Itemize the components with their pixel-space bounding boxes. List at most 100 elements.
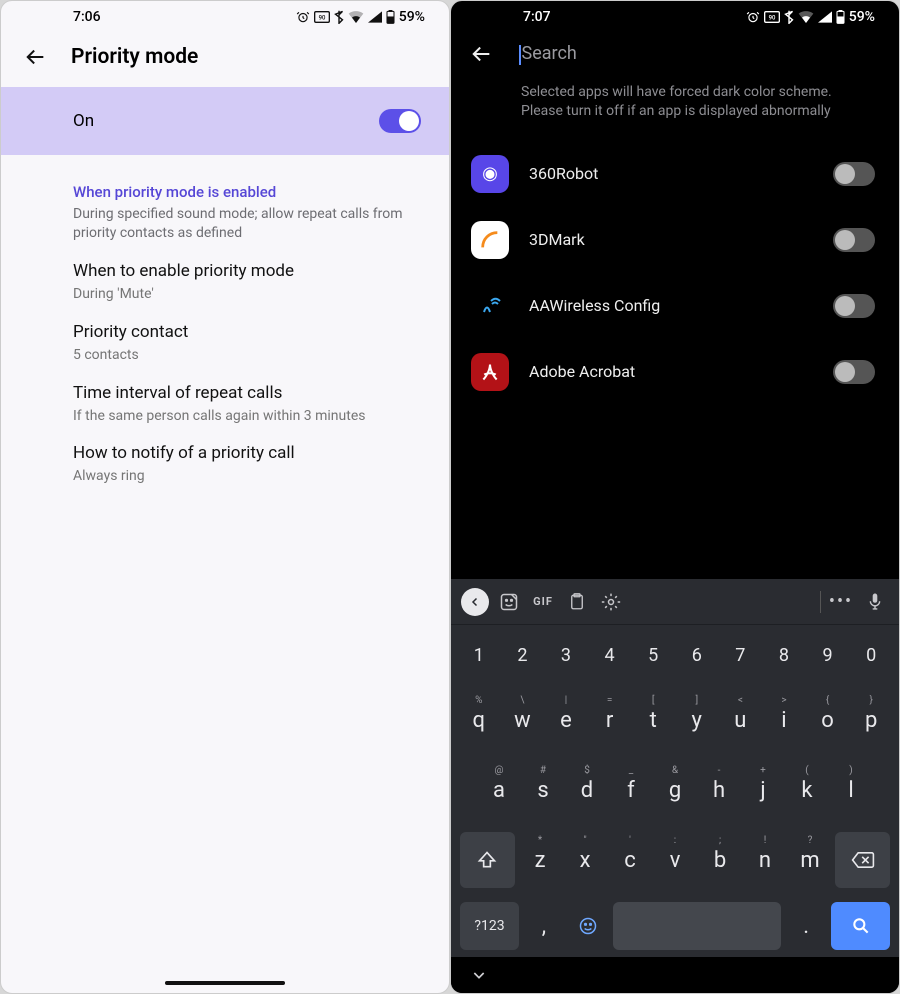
- key-g[interactable]: &g: [656, 762, 694, 818]
- gif-button[interactable]: GIF: [529, 588, 557, 616]
- key-s[interactable]: #s: [524, 762, 562, 818]
- collapse-toolbar-button[interactable]: [461, 588, 489, 616]
- info-text: Selected apps will have forced dark colo…: [451, 79, 899, 141]
- search-key[interactable]: [831, 902, 890, 950]
- signal-icon: [368, 11, 382, 23]
- app-name: 3DMark: [529, 230, 813, 249]
- backspace-key[interactable]: [835, 832, 890, 888]
- key-m[interactable]: ?m: [790, 832, 829, 888]
- app-row-3dmark[interactable]: 3DMark: [451, 207, 899, 273]
- key-a[interactable]: @a: [480, 762, 518, 818]
- emoji-key[interactable]: [569, 902, 607, 950]
- key-y[interactable]: ]y: [678, 692, 716, 748]
- key-h[interactable]: -h: [700, 762, 738, 818]
- keyboard-row-3: *z"x'c:v;b!n?m: [451, 825, 899, 895]
- shift-key[interactable]: [460, 832, 515, 888]
- search-placeholder: Search: [522, 43, 577, 64]
- key-6[interactable]: 6: [678, 632, 716, 678]
- svg-text:90: 90: [318, 15, 325, 22]
- key-0[interactable]: 0: [852, 632, 890, 678]
- keyboard-row-2: @a#s$d_f&g-h+j(k)l: [451, 755, 899, 825]
- keyboard-row-1: %q\w|e=r[t]y<u>i{o}p: [451, 685, 899, 755]
- key-i[interactable]: >i: [765, 692, 803, 748]
- key-r[interactable]: =r: [591, 692, 629, 748]
- key-p[interactable]: }p: [852, 692, 890, 748]
- key-x[interactable]: "x: [566, 832, 605, 888]
- period-key[interactable]: .: [787, 902, 825, 950]
- app-toggle[interactable]: [833, 162, 875, 186]
- app-name: 360Robot: [529, 164, 813, 183]
- key-k[interactable]: (k: [788, 762, 826, 818]
- more-icon[interactable]: •••: [827, 588, 855, 616]
- home-indicator[interactable]: [165, 981, 285, 985]
- settings-icon[interactable]: [597, 588, 625, 616]
- master-toggle-row[interactable]: On: [1, 87, 449, 155]
- key-2[interactable]: 2: [504, 632, 542, 678]
- setting-title: Time interval of repeat calls: [73, 383, 415, 403]
- setting-subtitle: If the same person calls again within 3 …: [73, 407, 415, 426]
- key-8[interactable]: 8: [765, 632, 803, 678]
- key-1[interactable]: 1: [460, 632, 498, 678]
- mic-icon[interactable]: [861, 588, 889, 616]
- key-c[interactable]: 'c: [611, 832, 650, 888]
- status-icons: 90 59%: [296, 9, 425, 25]
- key-e[interactable]: |e: [547, 692, 585, 748]
- app-icon: [471, 353, 509, 391]
- back-button[interactable]: [471, 43, 493, 65]
- setting-repeat-interval[interactable]: Time interval of repeat calls If the sam…: [1, 365, 449, 426]
- search-bar: Search: [451, 33, 899, 79]
- key-d[interactable]: $d: [568, 762, 606, 818]
- key-v[interactable]: :v: [656, 832, 695, 888]
- svg-text:90: 90: [768, 15, 775, 22]
- battery-percent: 59%: [849, 9, 875, 25]
- text-cursor: [519, 45, 521, 65]
- key-u[interactable]: <u: [722, 692, 760, 748]
- setting-notify[interactable]: How to notify of a priority call Always …: [1, 425, 449, 486]
- setting-subtitle: Always ring: [73, 467, 415, 486]
- bluetooth-icon: [784, 10, 794, 24]
- search-input[interactable]: Search: [519, 43, 879, 64]
- app-toggle[interactable]: [833, 228, 875, 252]
- setting-subtitle: 5 contacts: [73, 346, 415, 365]
- master-toggle-switch[interactable]: [379, 109, 421, 133]
- priority-mode-screen: 7:06 90 59% Priorit: [0, 0, 450, 994]
- status-time: 7:06: [25, 9, 101, 25]
- app-toggle[interactable]: [833, 294, 875, 318]
- key-b[interactable]: ;b: [701, 832, 740, 888]
- app-row-acrobat[interactable]: Adobe Acrobat: [451, 339, 899, 405]
- key-4[interactable]: 4: [591, 632, 629, 678]
- space-key[interactable]: [613, 902, 781, 950]
- key-f[interactable]: _f: [612, 762, 650, 818]
- signal-icon: [818, 11, 832, 23]
- symbols-key[interactable]: ?123: [460, 902, 519, 950]
- setting-title: When to enable priority mode: [73, 261, 415, 281]
- key-t[interactable]: [t: [634, 692, 672, 748]
- key-9[interactable]: 9: [809, 632, 847, 678]
- alarm-icon: [296, 10, 310, 24]
- comma-key[interactable]: ,: [525, 902, 563, 950]
- clipboard-icon[interactable]: [563, 588, 591, 616]
- key-n[interactable]: !n: [746, 832, 785, 888]
- key-5[interactable]: 5: [634, 632, 672, 678]
- sticker-icon[interactable]: [495, 588, 523, 616]
- page-title: Priority mode: [71, 45, 198, 69]
- key-7[interactable]: 7: [722, 632, 760, 678]
- setting-title: How to notify of a priority call: [73, 443, 415, 463]
- app-toggle[interactable]: [833, 360, 875, 384]
- setting-priority-contact[interactable]: Priority contact 5 contacts: [1, 304, 449, 365]
- app-row-360robot[interactable]: ◉ 360Robot: [451, 141, 899, 207]
- key-l[interactable]: )l: [832, 762, 870, 818]
- soft-keyboard: GIF ••• 1234567890 %q\w|e=r[t]y<u>i{o}p …: [451, 579, 899, 993]
- nav-bar: [451, 957, 899, 993]
- key-q[interactable]: %q: [460, 692, 498, 748]
- app-row-aawireless[interactable]: AAWireless Config: [451, 273, 899, 339]
- key-o[interactable]: {o: [809, 692, 847, 748]
- app-name: Adobe Acrobat: [529, 362, 813, 381]
- key-z[interactable]: *z: [521, 832, 560, 888]
- key-3[interactable]: 3: [547, 632, 585, 678]
- hide-keyboard-button[interactable]: [471, 967, 487, 983]
- key-w[interactable]: \w: [504, 692, 542, 748]
- key-j[interactable]: +j: [744, 762, 782, 818]
- back-button[interactable]: [25, 46, 47, 68]
- setting-when-enable[interactable]: When to enable priority mode During 'Mut…: [1, 243, 449, 304]
